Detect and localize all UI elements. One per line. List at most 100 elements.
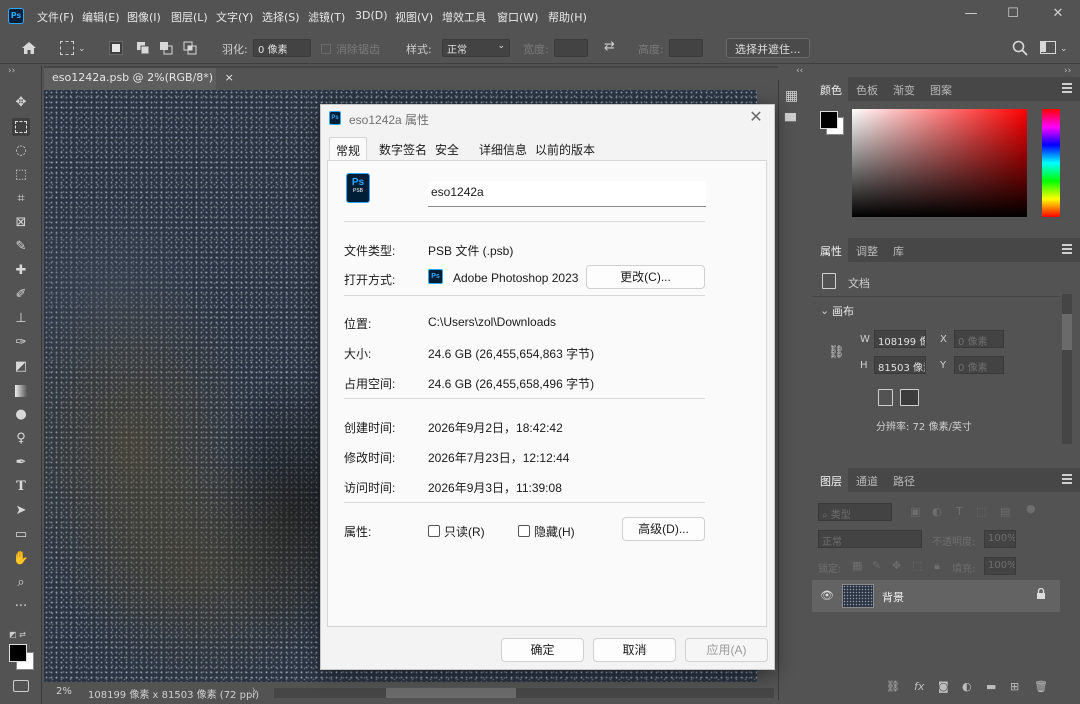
tab-channels[interactable]: 通道 bbox=[856, 473, 878, 489]
swap-colors-icon[interactable]: ◩ ⇄ bbox=[9, 630, 26, 639]
maximize-icon[interactable]: ☐ bbox=[1003, 6, 1023, 22]
filter-smart-object-icon[interactable]: ▤ bbox=[1000, 505, 1010, 518]
search-icon[interactable] bbox=[1012, 40, 1028, 56]
workspace-icon[interactable] bbox=[1040, 41, 1056, 54]
trash-icon[interactable]: 🗑︎ bbox=[1034, 680, 1048, 693]
adjustment-layer-icon[interactable]: ◐ bbox=[962, 680, 972, 693]
more-tools-icon[interactable]: ··· bbox=[12, 598, 30, 616]
lock-all-icon[interactable]: 🔒︎ bbox=[934, 559, 940, 573]
intersect-selection-icon[interactable] bbox=[183, 41, 197, 55]
menu-help[interactable]: 帮助(H) bbox=[548, 9, 587, 25]
history-panel-icon[interactable]: ▦ bbox=[785, 88, 798, 104]
pen-tool-icon[interactable]: ✒ bbox=[12, 454, 30, 472]
menu-view[interactable]: 视图(V) bbox=[395, 9, 433, 25]
color-field[interactable] bbox=[852, 109, 1027, 217]
blur-tool-icon[interactable]: ● bbox=[12, 406, 30, 424]
tab-previous-versions[interactable]: 以前的版本 bbox=[535, 141, 595, 158]
dodge-tool-icon[interactable]: ♀ bbox=[12, 430, 30, 448]
home-icon[interactable] bbox=[20, 39, 38, 57]
foreground-color-swatch[interactable] bbox=[9, 644, 27, 662]
rectangle-tool-icon[interactable]: ▭ bbox=[12, 526, 30, 544]
menu-type[interactable]: 文字(Y) bbox=[216, 9, 253, 25]
filter-toggle-icon[interactable]: ● bbox=[1026, 502, 1036, 515]
hidden-checkbox[interactable] bbox=[518, 525, 530, 537]
group-folder-icon[interactable]: ▬ bbox=[986, 680, 996, 693]
menu-file[interactable]: 文件(F) bbox=[37, 9, 74, 25]
fill-input[interactable]: 100% bbox=[984, 557, 1016, 575]
landscape-orientation-icon[interactable] bbox=[900, 389, 919, 406]
subtract-selection-icon[interactable] bbox=[159, 41, 173, 55]
quick-mask-icon[interactable] bbox=[13, 680, 29, 692]
link-icon[interactable]: ⛓ bbox=[828, 345, 845, 360]
fx-icon[interactable]: fx bbox=[914, 680, 924, 693]
scrollbar-thumb[interactable] bbox=[386, 688, 516, 698]
type-tool-icon[interactable]: T bbox=[12, 478, 30, 496]
chevron-down-icon[interactable]: ⌄ bbox=[1060, 44, 1068, 54]
eraser-tool-icon[interactable]: ◩ bbox=[12, 358, 30, 376]
tab-adjustments[interactable]: 调整 bbox=[856, 243, 878, 259]
width-input[interactable] bbox=[554, 39, 588, 57]
apply-button[interactable]: 应用(A) bbox=[685, 638, 768, 662]
filter-type-icon[interactable]: T bbox=[956, 505, 963, 518]
canvas-height-input[interactable]: 81503 像素 bbox=[874, 356, 926, 374]
panel-menu-icon[interactable] bbox=[1062, 474, 1072, 484]
path-selection-tool-icon[interactable]: ➤ bbox=[12, 502, 30, 520]
style-select[interactable]: 正常 ⌄ bbox=[442, 39, 510, 57]
tab-security[interactable]: 安全 bbox=[435, 141, 459, 158]
readonly-label[interactable]: 只读(R) bbox=[444, 523, 485, 540]
menu-window[interactable]: 窗口(W) bbox=[497, 9, 538, 25]
comments-panel-icon[interactable]: ▀ bbox=[785, 114, 796, 130]
brush-tool-icon[interactable]: ✐ bbox=[12, 286, 30, 304]
collapse-left-icon[interactable]: ‹‹ bbox=[796, 66, 803, 76]
gradient-tool-icon[interactable] bbox=[12, 382, 30, 400]
panel-menu-icon[interactable] bbox=[1062, 83, 1072, 93]
filter-adjustment-icon[interactable]: ◐ bbox=[932, 505, 942, 518]
clone-stamp-tool-icon[interactable]: ⊥ bbox=[12, 310, 30, 328]
lock-transparent-icon[interactable]: ▦ bbox=[852, 559, 862, 572]
hand-tool-icon[interactable]: ✋ bbox=[12, 550, 30, 568]
advanced-button[interactable]: 高级(D)... bbox=[622, 517, 705, 541]
move-tool-icon[interactable]: ✥ bbox=[12, 94, 30, 112]
foreground-swatch[interactable] bbox=[820, 111, 838, 129]
eye-icon[interactable]: 👁︎ bbox=[820, 589, 834, 602]
add-selection-icon[interactable] bbox=[136, 41, 150, 55]
history-brush-tool-icon[interactable]: ✑ bbox=[12, 334, 30, 352]
canvas-width-input[interactable]: 108199 像素 bbox=[874, 330, 926, 348]
link-layers-icon[interactable]: ⛓ bbox=[886, 680, 900, 693]
lock-position-icon[interactable]: ✥ bbox=[892, 559, 901, 572]
crop-tool-icon[interactable]: ⌗ bbox=[12, 190, 30, 208]
properties-scrollbar[interactable] bbox=[1062, 294, 1072, 444]
close-tab-icon[interactable]: × bbox=[225, 71, 234, 84]
change-button[interactable]: 更改(C)... bbox=[586, 265, 705, 289]
chevron-down-icon[interactable]: ⌄ bbox=[78, 44, 86, 54]
tab-swatches[interactable]: 色板 bbox=[856, 82, 878, 98]
feather-input[interactable]: 0 像素 bbox=[253, 39, 311, 57]
swap-dimensions-icon[interactable]: ⇄ bbox=[604, 39, 615, 54]
marquee-tool-icon[interactable] bbox=[12, 118, 30, 136]
healing-brush-tool-icon[interactable]: ✚ bbox=[12, 262, 30, 280]
antialias-checkbox[interactable] bbox=[321, 44, 331, 54]
zoom-level[interactable]: 2% bbox=[56, 686, 72, 697]
collapse-icon[interactable]: ›› bbox=[8, 66, 15, 76]
opacity-input[interactable]: 100% bbox=[984, 530, 1016, 548]
canvas-y-input[interactable]: 0 像素 bbox=[954, 356, 1004, 374]
cancel-button[interactable]: 取消 bbox=[593, 638, 676, 662]
tab-properties[interactable]: 属性 bbox=[820, 243, 842, 259]
portrait-orientation-icon[interactable] bbox=[878, 389, 893, 406]
tab-digital-signatures[interactable]: 数字签名 bbox=[379, 141, 427, 158]
collapse-right-icon[interactable]: ›› bbox=[1064, 66, 1071, 76]
horizontal-scrollbar[interactable] bbox=[274, 688, 774, 698]
tab-general[interactable]: 常规 bbox=[329, 137, 368, 161]
hue-slider[interactable] bbox=[1042, 109, 1060, 217]
tab-layers[interactable]: 图层 bbox=[820, 473, 842, 489]
filter-pixel-icon[interactable]: ▣ bbox=[910, 505, 920, 518]
lock-image-icon[interactable]: ✎ bbox=[872, 559, 881, 572]
height-input[interactable] bbox=[669, 39, 703, 57]
hidden-label[interactable]: 隐藏(H) bbox=[534, 523, 575, 540]
document-info[interactable]: 108199 像素 x 81503 像素 (72 ppi) bbox=[88, 686, 259, 701]
zoom-tool-icon[interactable]: ⌕ bbox=[12, 574, 30, 592]
tab-details[interactable]: 详细信息 bbox=[479, 141, 527, 158]
ok-button[interactable]: 确定 bbox=[501, 638, 584, 662]
marquee-tool-preset-icon[interactable] bbox=[60, 41, 74, 55]
tab-patterns[interactable]: 图案 bbox=[930, 82, 952, 98]
